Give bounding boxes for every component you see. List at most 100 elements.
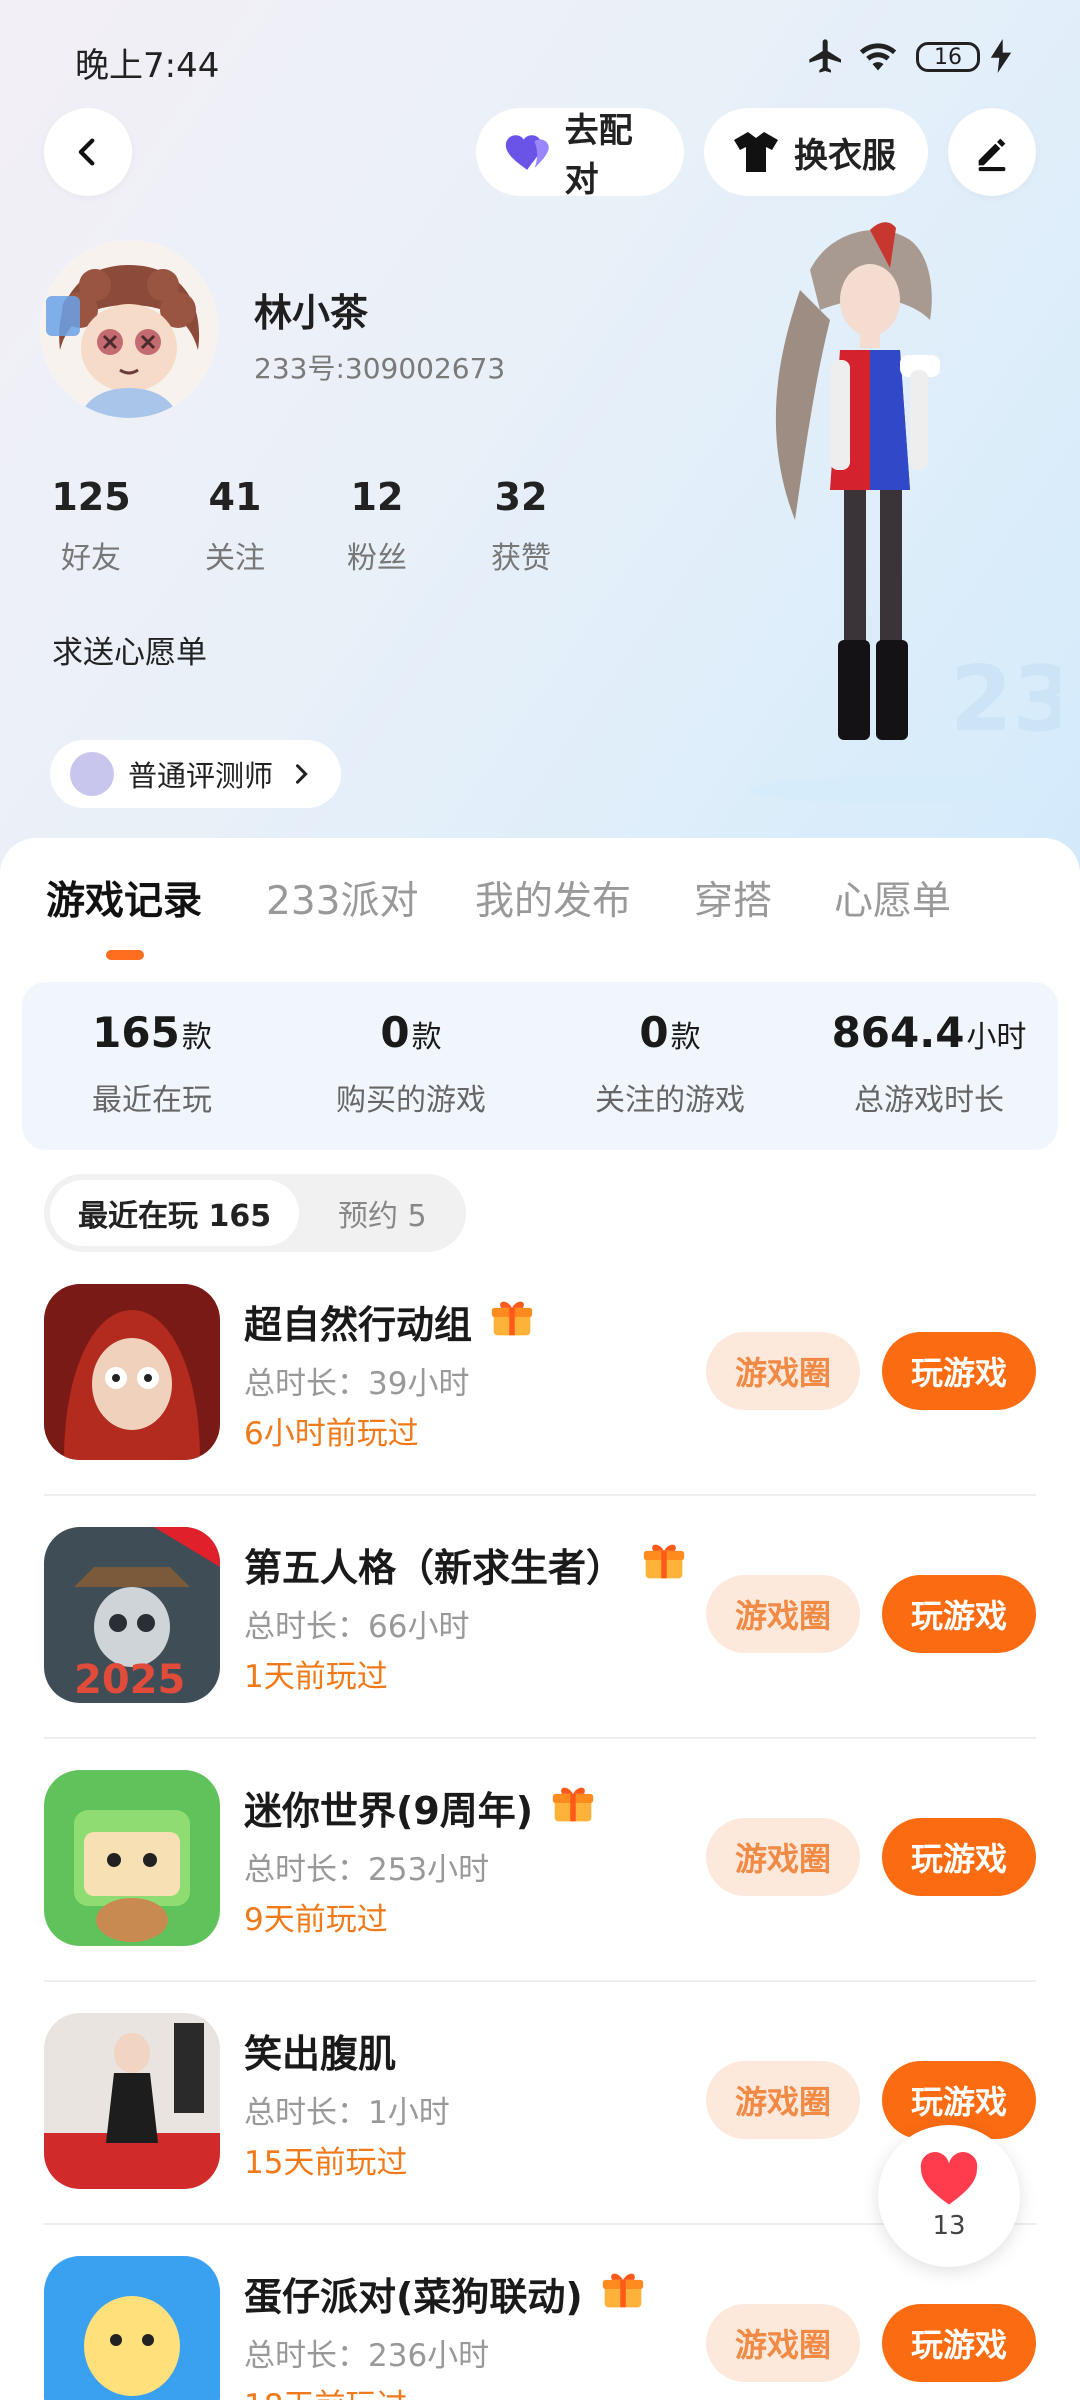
game-circle-button[interactable]: 游戏圈 [706, 1818, 860, 1896]
game-icon[interactable] [44, 1284, 220, 1460]
avatar-illustration [40, 240, 218, 418]
summary-label: 总游戏时长 [854, 1083, 1004, 1118]
stat-fans[interactable]: 12 粉丝 [322, 475, 432, 577]
like-count: 13 [932, 2211, 966, 2241]
match-button[interactable]: 去配对 [476, 108, 684, 200]
gift-icon[interactable] [490, 1296, 534, 1347]
active-tab-indicator [106, 950, 144, 960]
game-duration: 总时长：253小时 [244, 1852, 490, 1888]
change-outfit-button[interactable]: 换衣服 [704, 108, 928, 196]
game-last-played: 9天前玩过 [244, 1902, 388, 1938]
gift-icon[interactable] [642, 1539, 686, 1590]
user-bio: 求送心愿单 [52, 635, 207, 671]
row-divider [44, 1980, 1036, 1982]
stat-likes[interactable]: 32 获赞 [466, 475, 576, 577]
gift-icon[interactable] [601, 2268, 645, 2319]
game-duration: 总时长：66小时 [244, 1609, 470, 1645]
match-label: 去配对 [564, 111, 633, 200]
summary-recent[interactable]: 165款 最近在玩 [22, 1008, 282, 1119]
change-outfit-label: 换衣服 [794, 135, 896, 176]
back-arrow-icon [78, 138, 95, 166]
stat-value: 125 [51, 475, 131, 519]
game-title: 蛋仔派对(菜狗联动) [244, 2275, 583, 2319]
game-icon[interactable]: 2025 [44, 1527, 220, 1703]
play-summary: 165款 最近在玩 0款 购买的游戏 0款 关注的游戏 864.4小时 总游戏时… [22, 982, 1058, 1150]
game-icon[interactable] [44, 1770, 220, 1946]
tab-outfits[interactable]: 穿搭 [694, 870, 772, 926]
game-row[interactable]: 超自然行动组 总时长：39小时 6小时前玩过 游戏圈 玩游戏 [0, 1284, 1080, 1527]
summary-unit: 款 [670, 1020, 701, 1055]
play-game-button[interactable]: 玩游戏 [882, 1332, 1036, 1410]
summary-purchased[interactable]: 0款 购买的游戏 [281, 1008, 541, 1119]
avatar[interactable] [40, 240, 218, 418]
game-last-played: 1天前玩过 [244, 1659, 388, 1695]
row-divider [44, 1494, 1036, 1496]
stat-label: 关注 [205, 541, 265, 576]
game-title: 笑出腹肌 [244, 2032, 397, 2076]
game-circle-button[interactable]: 游戏圈 [706, 1332, 860, 1410]
user-name: 林小茶 [254, 291, 369, 335]
back-button[interactable] [44, 108, 132, 196]
summary-unit: 款 [181, 1020, 212, 1055]
svg-text:2025: 2025 [74, 1657, 185, 1703]
svg-text:233: 233 [950, 647, 1060, 752]
reviewer-badge[interactable]: 普通评测师 [50, 740, 342, 808]
tab-my-posts[interactable]: 我的发布 [475, 870, 631, 926]
user-id: 233号:309002673 [254, 352, 506, 385]
badge-label: 普通评测师 [128, 759, 274, 793]
game-row[interactable]: 迷你世界(9周年) 总时长：253小时 9天前玩过 游戏圈 玩游戏 [0, 1770, 1080, 2013]
tshirt-icon [734, 132, 778, 172]
game-circle-button[interactable]: 游戏圈 [706, 2061, 860, 2139]
reviewer-avatar-icon [70, 752, 114, 796]
segment-recent[interactable]: 最近在玩 165 [50, 1180, 300, 1246]
tab-game-records[interactable]: 游戏记录 [46, 870, 202, 926]
summary-unit: 小时 [966, 1020, 1027, 1055]
game-title: 第五人格（新求生者） [244, 1546, 625, 1590]
tab-233-party[interactable]: 233派对 [266, 870, 418, 926]
like-floating-button[interactable]: 13 [878, 2125, 1020, 2267]
stat-value: 32 [494, 475, 548, 519]
summary-total-time[interactable]: 864.4小时 总游戏时长 [799, 1008, 1059, 1119]
character-avatar[interactable]: 233 [740, 210, 1080, 810]
game-icon[interactable] [44, 2013, 220, 2189]
tab-wishlist[interactable]: 心愿单 [834, 870, 951, 926]
heart-icon [505, 135, 549, 170]
play-game-button[interactable]: 玩游戏 [882, 1575, 1036, 1653]
stat-following[interactable]: 41 关注 [180, 475, 290, 577]
game-title: 超自然行动组 [244, 1303, 473, 1347]
game-title: 迷你世界(9周年) [244, 1789, 534, 1833]
stat-friends[interactable]: 125 好友 [36, 475, 146, 577]
summary-value: 165 [92, 1008, 180, 1057]
summary-label: 最近在玩 [92, 1083, 212, 1118]
game-circle-button[interactable]: 游戏圈 [706, 1575, 860, 1653]
edit-profile-button[interactable] [948, 108, 1036, 196]
game-row[interactable]: 2025 第五人格（新求生者） 总时长：66小时 1天前玩过 游戏圈 玩游戏 [0, 1527, 1080, 1770]
list-filter-segment: 最近在玩 165 预约 5 [44, 1174, 466, 1252]
summary-label: 关注的游戏 [595, 1083, 745, 1118]
game-last-played: 18天前玩过 [244, 2380, 407, 2400]
play-game-button[interactable]: 玩游戏 [882, 1818, 1036, 1896]
summary-value: 0 [380, 1008, 410, 1057]
segment-reserve[interactable]: 预约 5 [338, 1174, 427, 1252]
stat-label: 粉丝 [347, 541, 407, 576]
game-row[interactable]: 蛋仔派对(菜狗联动) 总时长：236小时 18天前玩过 游戏圈 玩游戏 [0, 2256, 1080, 2400]
pen-icon [978, 138, 1006, 172]
summary-unit: 款 [411, 1020, 442, 1055]
game-last-played: 15天前玩过 [244, 2145, 408, 2181]
row-divider [44, 1737, 1036, 1739]
charging-icon [990, 36, 1012, 76]
chevron-right-icon [295, 764, 308, 784]
stat-value: 12 [350, 475, 404, 519]
battery-indicator: 16 [916, 42, 980, 72]
play-game-button[interactable]: 玩游戏 [882, 2304, 1036, 2382]
gift-icon[interactable] [551, 1782, 595, 1833]
game-duration: 总时长：236小时 [244, 2338, 490, 2374]
game-icon[interactable] [44, 2256, 220, 2400]
stat-value: 41 [208, 475, 262, 519]
summary-value: 0 [639, 1008, 669, 1057]
game-last-played: 6小时前玩过 [244, 1416, 419, 1452]
game-duration: 总时长：1小时 [244, 2095, 450, 2131]
summary-followed[interactable]: 0款 关注的游戏 [540, 1008, 800, 1119]
summary-value: 864.4 [831, 1008, 965, 1057]
game-circle-button[interactable]: 游戏圈 [706, 2304, 860, 2382]
